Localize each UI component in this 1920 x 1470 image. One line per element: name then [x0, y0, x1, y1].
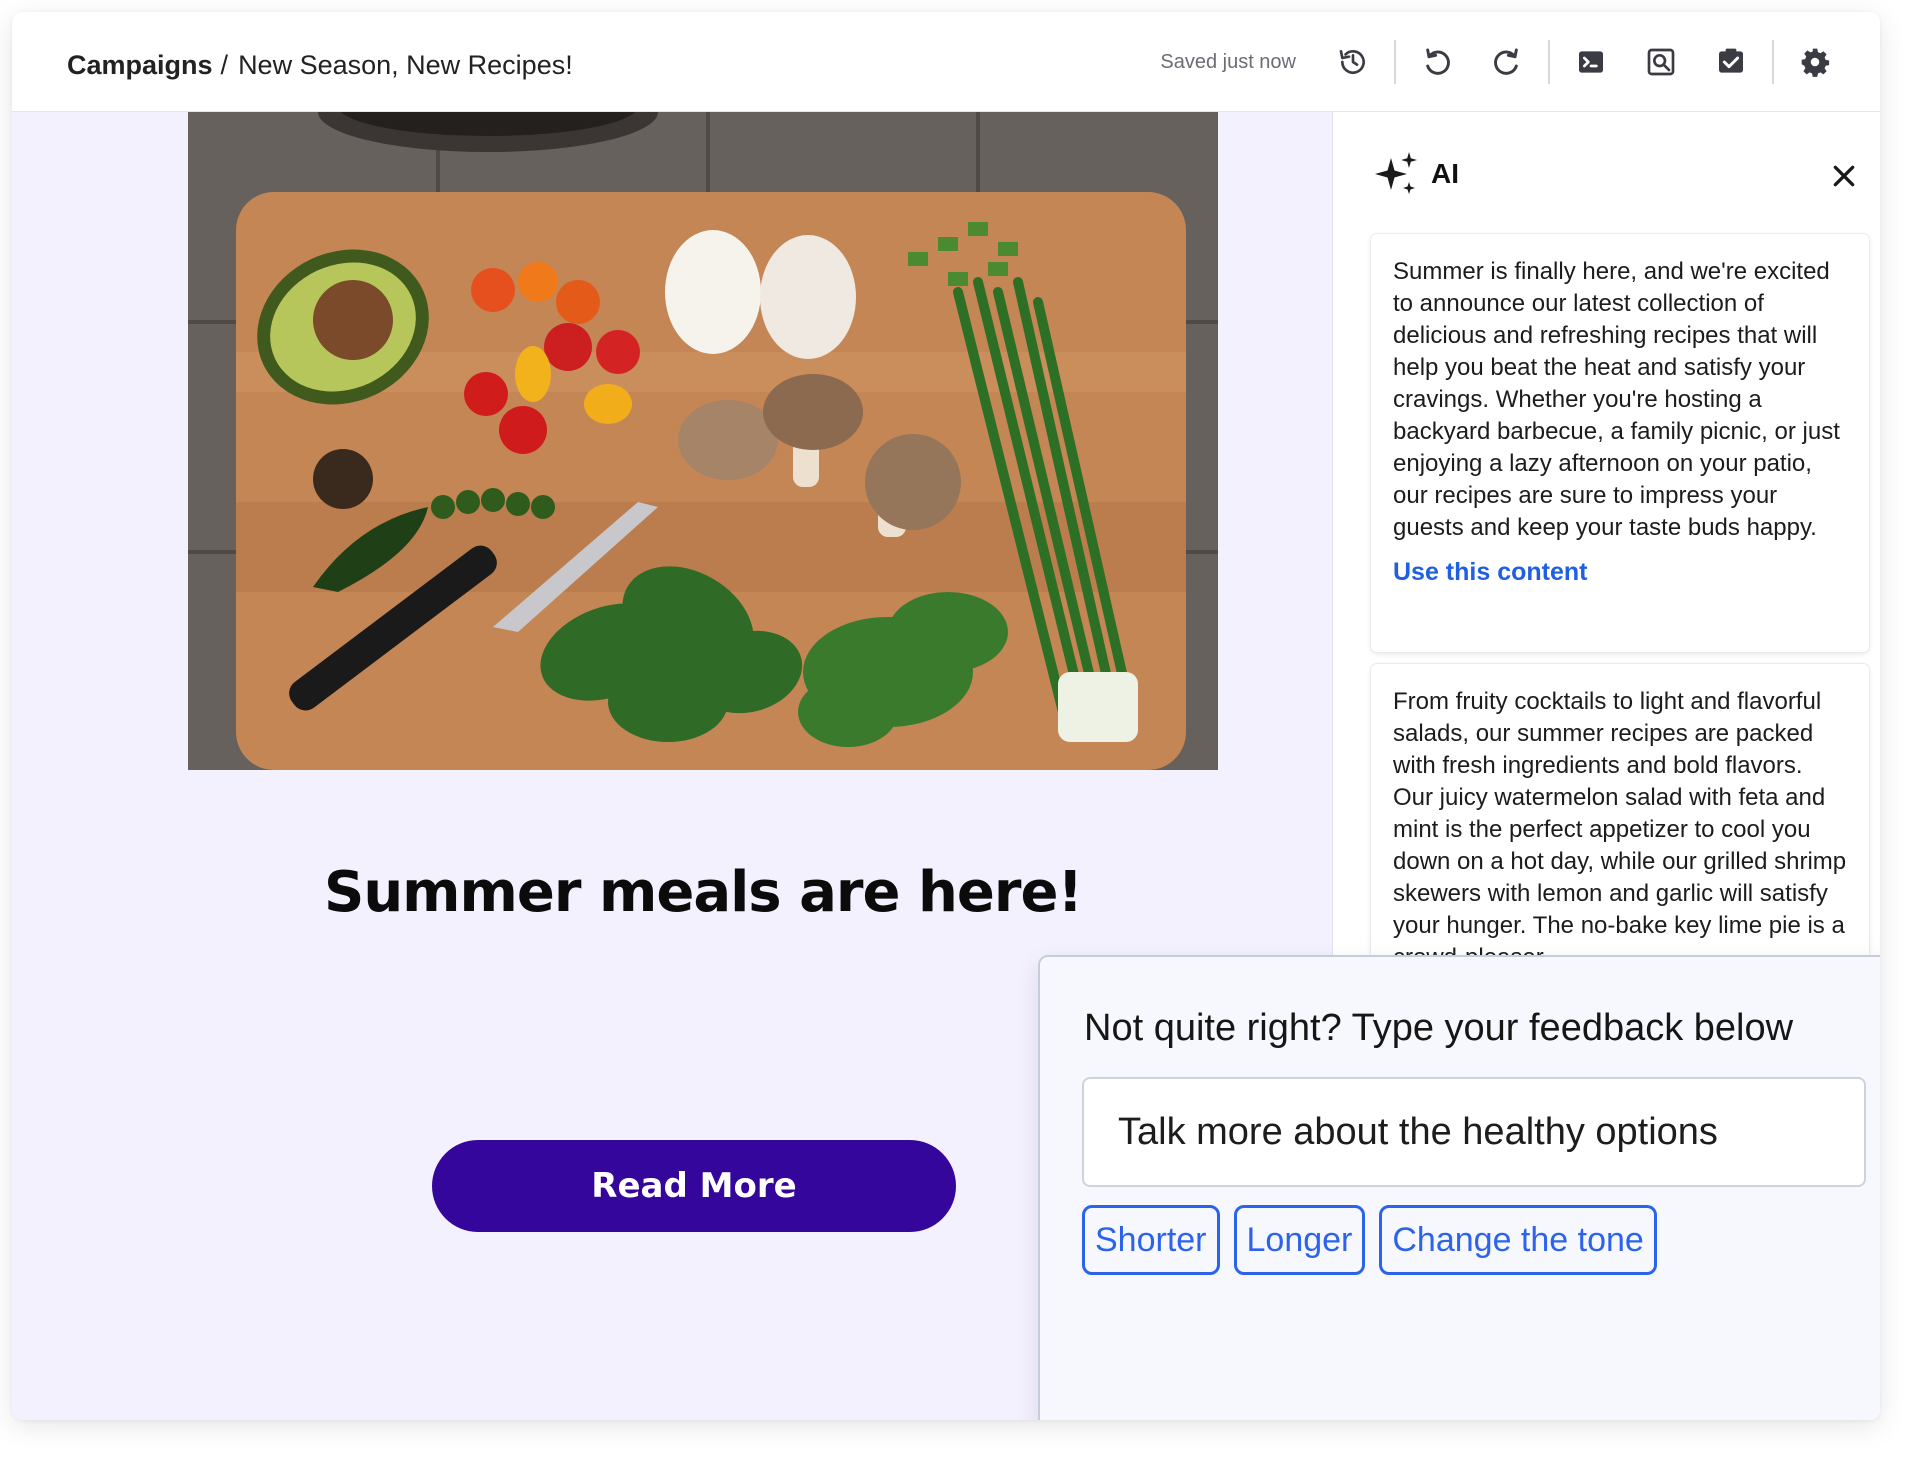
breadcrumb: Campaigns / New Season, New Recipes! [67, 50, 573, 81]
longer-chip-button[interactable]: Longer [1233, 1205, 1366, 1275]
shorter-chip-button[interactable]: Shorter [1082, 1205, 1220, 1275]
gear-icon [1801, 48, 1830, 77]
feedback-title: Not quite right? Type your feedback belo… [1084, 1007, 1794, 1049]
ai-suggestion-text: Summer is finally here, and we're excite… [1393, 258, 1840, 541]
toolbar-divider [1548, 40, 1550, 84]
breadcrumb-current-campaign: New Season, New Recipes! [238, 50, 573, 80]
undo-button[interactable] [1413, 38, 1461, 86]
breadcrumb-campaigns-link[interactable]: Campaigns [67, 50, 213, 81]
breadcrumb-separator: / [220, 50, 229, 80]
code-view-button[interactable] [1567, 38, 1615, 86]
hero-image[interactable] [188, 112, 1218, 770]
feedback-popover: Not quite right? Type your feedback belo… [1038, 955, 1880, 1420]
app-window: Campaigns / New Season, New Recipes! Sav… [12, 12, 1880, 1420]
feedback-quick-options: Shorter Longer Change the tone [1082, 1205, 1671, 1275]
use-this-content-link[interactable]: Use this content [1393, 558, 1587, 587]
feedback-input[interactable] [1082, 1077, 1866, 1187]
ai-suggestion-card: Summer is finally here, and we're excite… [1371, 234, 1869, 652]
code-icon [1579, 51, 1603, 73]
close-icon [1833, 165, 1855, 187]
change-tone-chip-button[interactable]: Change the tone [1379, 1205, 1657, 1275]
preview-icon [1647, 48, 1675, 76]
settings-button[interactable] [1791, 38, 1839, 86]
ai-panel-title: AI [1431, 158, 1459, 189]
history-icon [1339, 50, 1365, 74]
header-toolbar: Saved just now [1160, 12, 1850, 112]
sparkles-icon [1375, 152, 1417, 194]
toolbar-divider [1772, 40, 1774, 84]
email-headline[interactable]: Summer meals are here! [188, 860, 1218, 925]
read-more-button[interactable]: Read More [432, 1140, 956, 1232]
undo-icon [1426, 48, 1450, 75]
save-status-text: Saved just now [1160, 50, 1296, 73]
ai-panel-header: AI [1373, 150, 1459, 198]
checklist-button[interactable] [1707, 38, 1755, 86]
redo-icon [1494, 48, 1518, 75]
history-button[interactable] [1329, 38, 1377, 86]
preview-button[interactable] [1637, 38, 1685, 86]
ai-suggestion-text: From fruity cocktails to light and flavo… [1393, 688, 1847, 971]
ai-suggestion-card: From fruity cocktails to light and flavo… [1371, 664, 1869, 984]
toolbar-divider [1394, 40, 1396, 84]
redo-button[interactable] [1483, 38, 1531, 86]
checklist-icon [1719, 48, 1743, 73]
top-bar: Campaigns / New Season, New Recipes! Sav… [12, 12, 1880, 112]
food-photo-illustration [188, 112, 1218, 770]
close-ai-panel-button[interactable] [1824, 156, 1864, 196]
